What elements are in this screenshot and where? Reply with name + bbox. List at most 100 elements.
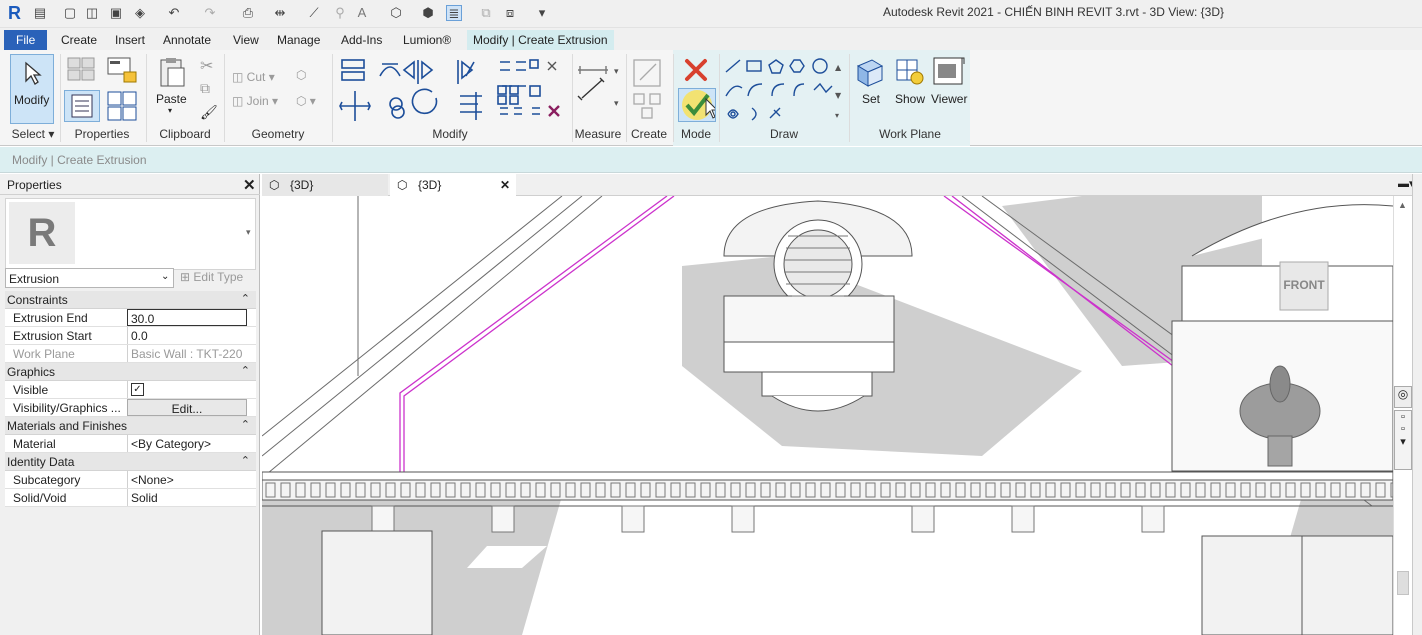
group-graphics[interactable]: Graphics ⌃ — [5, 363, 256, 381]
tag-icon[interactable]: ⚲ — [332, 5, 348, 21]
svg-text:▾: ▾ — [835, 111, 839, 120]
thin-lines-icon[interactable]: ≣ — [446, 5, 462, 21]
visible-checkbox[interactable]: ✓ — [131, 383, 144, 396]
ribbon-tab-row: File Create Insert Annotate View Manage … — [0, 28, 1422, 74]
dimension-icon[interactable]: ⟋ — [306, 5, 322, 21]
paste-label: Paste — [156, 92, 187, 106]
group-identity[interactable]: Identity Data ⌃ — [5, 453, 256, 471]
tab-file[interactable]: File — [4, 30, 48, 50]
measure-icon[interactable]: ⇹ — [272, 5, 288, 21]
tab-create[interactable]: Create — [55, 30, 103, 50]
set-work-plane-button[interactable]: Set — [854, 56, 886, 108]
match-properties-icon[interactable]: 🖌 — [200, 104, 218, 121]
text-icon[interactable]: A — [354, 5, 370, 21]
collapse-icon[interactable]: ⌃ — [241, 292, 250, 305]
subcategory-field[interactable]: <None> — [127, 471, 247, 488]
tab-add-ins[interactable]: Add-Ins — [335, 30, 388, 50]
extrusion-start-field[interactable]: 0.0 — [127, 327, 247, 344]
view-tab-3d-inactive[interactable]: ⬡ {3D} — [262, 174, 388, 196]
customize-qat-icon[interactable]: ▾ — [534, 5, 550, 21]
properties-panel-label: Properties — [74, 127, 130, 141]
paste-button[interactable]: Paste ▾ — [152, 54, 192, 120]
tab-lumion[interactable]: Lumion® — [397, 30, 457, 50]
wall-joins-icon[interactable]: ⬡ — [296, 68, 306, 82]
edit-type-button[interactable]: ⊞ Edit Type — [180, 270, 243, 284]
group-constraints[interactable]: Constraints ⌃ — [5, 291, 256, 309]
modify-button[interactable]: Modify — [10, 54, 54, 124]
material-field[interactable]: <By Category> — [127, 435, 247, 452]
show-work-plane-button[interactable]: Show — [893, 56, 927, 108]
open-file-icon[interactable]: ▤ — [32, 5, 48, 21]
steering-wheel-icon[interactable]: ◎ — [1394, 386, 1412, 408]
sync-icon[interactable]: ◈ — [132, 5, 148, 21]
new-icon[interactable]: ▢ — [62, 5, 78, 21]
join-label: Join — [246, 94, 269, 108]
work-plane-panel-label: Work Plane — [879, 127, 941, 141]
zoom-icon[interactable]: ▫ ▫ ▾ — [1394, 410, 1412, 470]
drawing-canvas[interactable]: FRONT — [262, 196, 1393, 635]
properties-header: Properties ✕ — [0, 174, 260, 195]
collapse-icon[interactable]: ⌃ — [241, 454, 250, 467]
collapse-icon[interactable]: ⌃ — [241, 418, 250, 431]
revit-logo-icon[interactable]: R — [8, 3, 26, 23]
type-properties-icon[interactable] — [66, 56, 98, 84]
tab-manage[interactable]: Manage — [271, 30, 326, 50]
create-panel-label: Create — [630, 127, 668, 141]
scroll-thumb[interactable] — [1397, 571, 1409, 595]
solid-void-field[interactable]: Solid — [127, 489, 247, 506]
finish-edit-mode-button[interactable] — [678, 88, 719, 122]
type-chevron-icon[interactable]: ▾ — [246, 227, 251, 238]
family-types-icon[interactable] — [106, 56, 138, 86]
copy-icon[interactable]: ⧉ — [200, 80, 210, 97]
navigation-bar: ▲ ◎ ▫ ▫ ▾ — [1393, 196, 1412, 635]
cube-icon: ⬡ — [397, 178, 408, 192]
show-plane-icon — [896, 59, 924, 85]
group-materials[interactable]: Materials and Finishes ⌃ — [5, 417, 256, 435]
svg-text:▼: ▼ — [835, 91, 842, 100]
tab-annotate[interactable]: Annotate — [157, 30, 217, 50]
draw-tools[interactable]: ▲ ▼ ▾ — [722, 56, 848, 126]
join-geometry-button[interactable]: ◫ Join ▾ — [232, 94, 278, 108]
properties-title: Properties — [7, 178, 62, 192]
extrusion-end-field[interactable]: 30.0 — [127, 309, 247, 326]
tab-modify-create-extrusion[interactable]: Modify | Create Extrusion — [467, 30, 614, 50]
cancel-edit-mode-button[interactable] — [682, 56, 710, 84]
switch-windows-icon[interactable]: ⧈ — [502, 5, 518, 21]
cut-icon[interactable]: ✂ — [200, 56, 213, 76]
collapse-icon[interactable]: ⌃ — [241, 364, 250, 377]
type-selector[interactable]: Extrusion ⌄ — [5, 268, 174, 288]
svg-text:▲: ▲ — [835, 63, 842, 72]
cut-geometry-button[interactable]: ◫ Cut ▾ — [232, 70, 275, 84]
options-bar: Modify | Create Extrusion — [0, 147, 1422, 173]
close-icon[interactable]: ✕ — [243, 176, 256, 194]
3d-view-icon[interactable]: ⬡ — [388, 5, 404, 21]
save-icon[interactable]: ▣ — [108, 5, 124, 21]
viewer-button[interactable]: Viewer — [930, 56, 968, 108]
properties-toggle-icon[interactable] — [64, 90, 100, 122]
mode-panel-label: Mode — [680, 127, 712, 141]
measure-icon-group[interactable]: ▾▾ — [576, 56, 624, 126]
paste-icon — [160, 58, 185, 87]
options-bar-text: Modify | Create Extrusion — [12, 153, 147, 167]
undo-icon[interactable]: ↶ — [166, 5, 182, 21]
close-tab-icon[interactable]: ✕ — [500, 174, 510, 196]
create-group-icon[interactable] — [630, 56, 670, 126]
tab-view[interactable]: View — [227, 30, 265, 50]
measure-panel-label: Measure — [574, 127, 622, 141]
edit-visibility-button[interactable]: Edit... — [127, 399, 247, 416]
select-panel-label[interactable]: Select ▾ — [8, 127, 58, 143]
view-tab-3d-active[interactable]: ⬡ {3D} ✕ — [390, 174, 516, 196]
close-hidden-icon[interactable]: ⧉ — [478, 5, 494, 21]
open-icon[interactable]: ◫ — [84, 5, 100, 21]
close-icon — [685, 59, 707, 81]
viewcube-front-label[interactable]: FRONT — [1280, 278, 1328, 292]
scroll-up-icon[interactable]: ▲ — [1398, 200, 1407, 210]
viewer-label: Viewer — [931, 92, 968, 106]
paint-icon[interactable]: ⬡ ▾ — [296, 94, 316, 108]
row-extrusion-start: Extrusion Start 0.0 — [5, 327, 256, 345]
tab-insert[interactable]: Insert — [109, 30, 151, 50]
print-icon[interactable]: ⎙ — [240, 5, 256, 21]
family-category-icon[interactable] — [106, 90, 140, 122]
section-icon[interactable]: ⬢ — [420, 5, 436, 21]
redo-icon[interactable]: ↷ — [202, 5, 218, 21]
